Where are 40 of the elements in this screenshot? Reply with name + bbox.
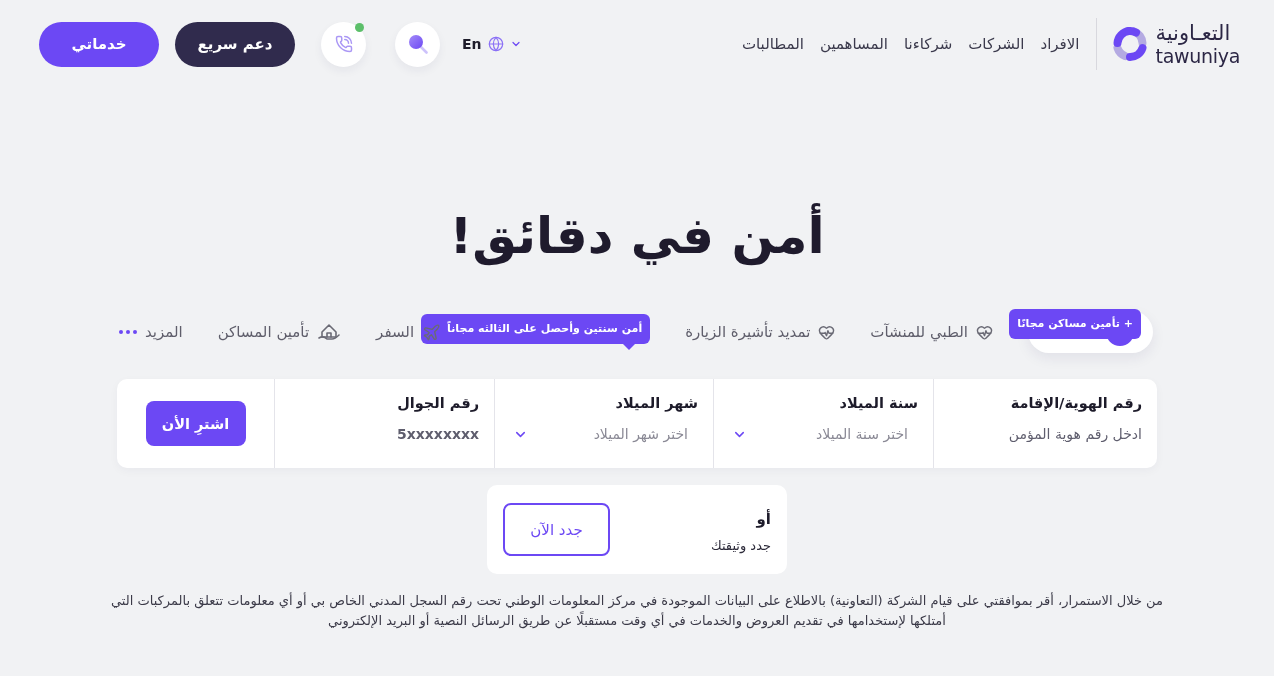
consent-text: من خلال الاستمرار، أقر بموافقتي على قيام الشركة (التعاونية) بالاطلاع على البيانات الموجودة في مركز المعلومات الوطني تحت رقم السجل المدني الخاص بي أو أي معلومات تتعلق بالمركبات التي أمتلكها لإستخدامها في تقديم العروض والخدمات في أي وقت مستقبلًا عن طريق الرسائل النصية أو البريد الإلكتروني bbox=[110, 591, 1164, 631]
field-label: شهر الميلاد bbox=[614, 394, 698, 413]
tab[interactable]: المزيد bbox=[118, 311, 183, 353]
language-button[interactable]: En bbox=[462, 36, 522, 52]
nav-link[interactable]: شركاءنا bbox=[903, 35, 953, 53]
nav-link[interactable]: الافراد bbox=[1040, 35, 1080, 53]
phone-icon bbox=[334, 35, 353, 53]
nav-link[interactable]: المساهمين bbox=[820, 35, 888, 53]
field-label: سنة الميلاد bbox=[838, 394, 918, 413]
field-label: رقم الجوال bbox=[396, 394, 479, 413]
tab[interactable]: الطبي للمنشآت bbox=[870, 311, 993, 353]
heart-pulse-icon bbox=[818, 323, 836, 341]
nav-link[interactable]: الشركات bbox=[968, 35, 1025, 53]
tooltip-tail-icon bbox=[622, 343, 637, 350]
id-number-input[interactable]: ادخل رقم هوية المؤمن bbox=[946, 422, 1142, 446]
nav-link[interactable]: المطالبات bbox=[741, 35, 804, 53]
tab[interactable]: تمديد تأشيرة الزيارة bbox=[685, 311, 836, 353]
services-button[interactable]: خدماتي bbox=[39, 21, 159, 67]
renew-text: جدد وثيقتك bbox=[710, 536, 771, 555]
hero-title: أمن في دقائق! bbox=[449, 201, 825, 271]
support-button[interactable]: دعم سريع bbox=[175, 21, 295, 67]
heart-pulse-icon bbox=[976, 323, 993, 341]
globe-icon bbox=[487, 36, 504, 52]
renew-now-button[interactable]: جدد الآن bbox=[503, 503, 610, 556]
select-field[interactable]: اختر سنة الميلاد bbox=[726, 422, 918, 446]
search-button[interactable] bbox=[395, 21, 440, 67]
logo-mark-icon bbox=[1111, 26, 1148, 62]
renew-prefix: أو bbox=[755, 508, 771, 529]
call-button[interactable] bbox=[321, 21, 366, 67]
phone-input[interactable]: 5xxxxxxxx bbox=[287, 422, 479, 446]
buy-now-button[interactable]: اشترِ الأن bbox=[145, 401, 246, 446]
ellipsis-icon bbox=[118, 330, 137, 334]
logo-text: التعـاونية bbox=[1155, 21, 1231, 45]
logo-text: tawuniya bbox=[1155, 45, 1240, 67]
tab[interactable]: تأمين المساكن bbox=[217, 311, 342, 353]
plane-icon bbox=[422, 322, 442, 342]
select-field[interactable]: اختر شهر الميلاد bbox=[507, 422, 698, 446]
search-icon bbox=[407, 34, 428, 54]
field-label: رقم الهوية/الإقامة bbox=[1009, 394, 1142, 413]
promo-tooltip: + تأمين مساكن مجانًا bbox=[1009, 309, 1141, 339]
